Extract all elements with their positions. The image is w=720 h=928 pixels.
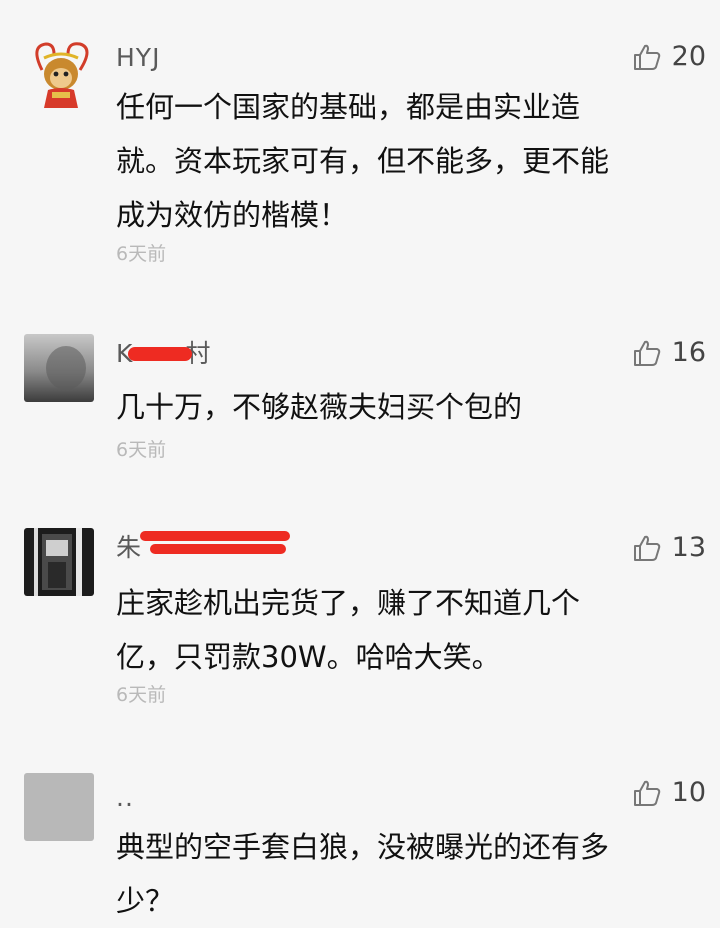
comment-line: 少？ (116, 884, 175, 918)
thumbs-up-icon (633, 780, 660, 806)
timestamp: 6天前 (116, 243, 167, 265)
timestamp: 6天前 (116, 684, 167, 706)
like-count: 16 (671, 337, 706, 368)
username[interactable]: .. (116, 782, 134, 814)
gray-photo-avatar-icon[interactable] (24, 334, 94, 402)
like-button[interactable]: 20 (632, 39, 706, 75)
like-count: 20 (671, 41, 706, 72)
comment-text: 几十万，不够赵薇夫妇买个包的 (116, 380, 696, 434)
comment-line: 任何一个国家的基础，都是由实业造 (116, 90, 581, 124)
comment-line: 亿，只罚款30W。哈哈大笑。 (116, 640, 501, 674)
like-count: 10 (671, 777, 706, 808)
monkey-king-avatar-icon[interactable] (24, 40, 94, 108)
comment-text: 庄家趁机出完货了，赚了不知道几个 亿，只罚款30W。哈哈大笑。 (116, 576, 696, 684)
comment-line: 几十万，不够赵薇夫妇买个包的 (116, 390, 523, 424)
like-button[interactable]: 13 (632, 530, 706, 566)
comment-text: 任何一个国家的基础，都是由实业造 就。资本玩家可有，但不能多，更不能 成为效仿的… (116, 80, 696, 242)
comment-line: 成为效仿的楷模！ (116, 198, 349, 232)
comment-text: 典型的空手套白狼，没被曝光的还有多 少？ (116, 820, 696, 928)
comment-line: 典型的空手套白狼，没被曝光的还有多 (116, 830, 610, 864)
like-button[interactable]: 16 (632, 335, 706, 371)
username[interactable]: HYJ (116, 42, 160, 74)
comment-line: 庄家趁机出完货了，赚了不知道几个 (116, 586, 581, 620)
thumbs-up-icon (633, 535, 660, 561)
like-count: 13 (671, 532, 706, 563)
redaction-mark (150, 544, 286, 554)
redaction-mark (140, 531, 290, 541)
thumbs-up-icon (633, 340, 660, 366)
comment-list: HYJ 20 任何一个国家的基础，都是由实业造 就。资本玩家可有，但不能多，更不… (0, 0, 720, 923)
elevator-photo-avatar-icon[interactable] (24, 528, 94, 596)
thumbs-up-icon (633, 44, 660, 70)
redaction-mark (128, 347, 192, 361)
gray-square-avatar-icon[interactable] (24, 773, 94, 841)
timestamp: 6天前 (116, 439, 167, 461)
comment-line: 就。资本玩家可有，但不能多，更不能 (116, 144, 610, 178)
like-button[interactable]: 10 (632, 775, 706, 811)
username[interactable]: 朱 (116, 532, 142, 564)
